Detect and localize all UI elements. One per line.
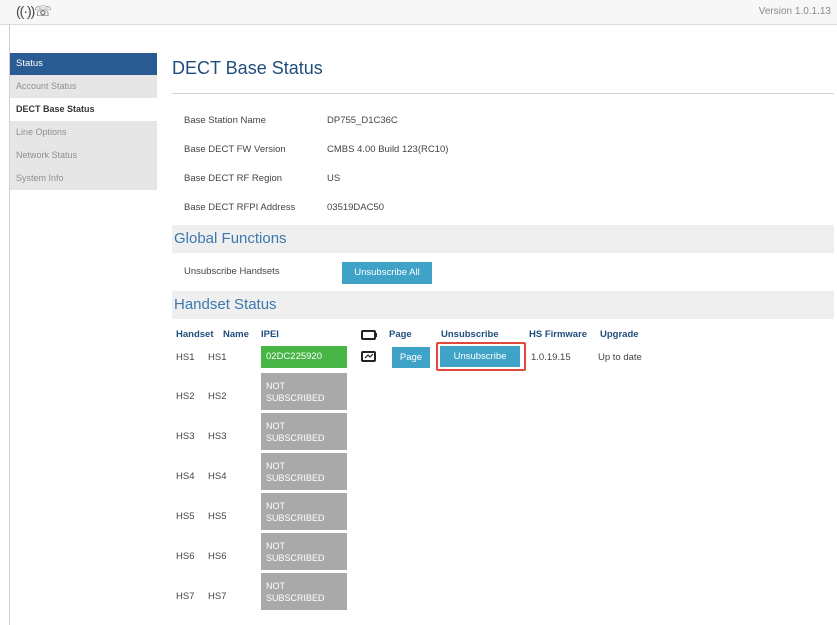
upgrade-status: Up to date: [598, 352, 642, 363]
not-subscribed-badge: NOT SUBSCRIBED: [261, 573, 347, 610]
hs-firmware-value: 1.0.19.15: [531, 352, 571, 363]
unsubscribe-button[interactable]: Unsubscribe: [440, 346, 520, 367]
info-label: Base DECT RF Region: [184, 173, 283, 184]
status-line: SUBSCRIBED: [266, 433, 325, 443]
version-label: Version 1.0.1.13: [758, 6, 831, 17]
not-subscribed-badge: NOT SUBSCRIBED: [261, 373, 347, 410]
info-value: US: [327, 173, 341, 184]
sidebar-item-line-options[interactable]: Line Options: [10, 121, 157, 144]
handset-name: HS7: [208, 591, 227, 602]
handset-name: HS1: [208, 352, 227, 363]
handset-row-hs3: HS3 HS3 NOT SUBSCRIBED: [172, 413, 834, 453]
info-row-rfpi-address: Base DECT RFPI Address 03519DAC50: [172, 193, 834, 222]
handset-row-hs1: HS1 HS1 02DC225920 Page Unsubscribe 1.0.…: [172, 342, 834, 371]
handset-id: HS4: [176, 471, 195, 482]
info-row-base-station-name: Base Station Name DP755_D1C36C: [172, 106, 834, 135]
main-content: DECT Base Status Base Station Name DP755…: [172, 53, 834, 613]
handset-id: HS3: [176, 431, 195, 442]
info-row-fw-version: Base DECT FW Version CMBS 4.00 Build 123…: [172, 135, 834, 164]
ipei-subscribed-badge: 02DC225920: [261, 346, 347, 368]
col-page: Page: [389, 329, 412, 340]
sidebar-item-network-status[interactable]: Network Status: [10, 144, 157, 167]
col-upgrade: Upgrade: [600, 329, 639, 340]
handset-name: HS2: [208, 391, 227, 402]
handset-id: HS1: [176, 352, 195, 363]
not-subscribed-badge: NOT SUBSCRIBED: [261, 533, 347, 570]
handset-name: HS4: [208, 471, 227, 482]
handset-name: HS6: [208, 551, 227, 562]
status-line: NOT: [266, 381, 285, 391]
handset-id: HS6: [176, 551, 195, 562]
handset-row-hs2: HS2 HS2 NOT SUBSCRIBED: [172, 373, 834, 413]
battery-icon: [361, 330, 377, 340]
battery-level-icon: [361, 351, 376, 362]
status-line: SUBSCRIBED: [266, 473, 325, 483]
info-value: 03519DAC50: [327, 202, 385, 213]
handset-name: HS3: [208, 431, 227, 442]
not-subscribed-badge: NOT SUBSCRIBED: [261, 413, 347, 450]
handset-id: HS2: [176, 391, 195, 402]
col-ipei: IPEI: [261, 329, 279, 340]
status-line: NOT: [266, 541, 285, 551]
sidebar-item-dect-base-status[interactable]: DECT Base Status: [10, 98, 157, 121]
dect-logo-icon: ((·))☏: [16, 3, 52, 19]
col-hs-firmware: HS Firmware: [529, 329, 588, 340]
unsubscribe-handsets-row: Unsubscribe Handsets Unsubscribe All: [172, 253, 834, 291]
handset-id: HS7: [176, 591, 195, 602]
col-name: Name: [223, 329, 249, 340]
info-label: Base Station Name: [184, 115, 266, 126]
status-line: SUBSCRIBED: [266, 553, 325, 563]
handset-row-hs5: HS5 HS5 NOT SUBSCRIBED: [172, 493, 834, 533]
sidebar: Status Account Status DECT Base Status L…: [10, 53, 157, 190]
info-label: Base DECT RFPI Address: [184, 202, 296, 213]
info-row-rf-region: Base DECT RF Region US: [172, 164, 834, 193]
top-bar: ((·))☏ Version 1.0.1.13: [0, 0, 837, 25]
status-line: SUBSCRIBED: [266, 593, 325, 603]
page-title: DECT Base Status: [172, 58, 323, 78]
handset-row-hs4: HS4 HS4 NOT SUBSCRIBED: [172, 453, 834, 493]
handset-row-hs7: HS7 HS7 NOT SUBSCRIBED: [172, 573, 834, 613]
page-button[interactable]: Page: [392, 347, 430, 368]
not-subscribed-badge: NOT SUBSCRIBED: [261, 453, 347, 490]
status-line: SUBSCRIBED: [266, 393, 325, 403]
info-value: CMBS 4.00 Build 123(RC10): [327, 144, 449, 155]
col-unsubscribe: Unsubscribe: [441, 329, 499, 340]
sidebar-title[interactable]: Status: [10, 53, 157, 75]
status-line: NOT: [266, 501, 285, 511]
col-handset: Handset: [176, 329, 214, 340]
handset-name: HS5: [208, 511, 227, 522]
section-handset-status: Handset Status: [172, 291, 834, 319]
info-value: DP755_D1C36C: [327, 115, 398, 126]
handset-id: HS5: [176, 511, 195, 522]
handset-row-hs6: HS6 HS6 NOT SUBSCRIBED: [172, 533, 834, 573]
status-line: NOT: [266, 461, 285, 471]
section-global-functions: Global Functions: [172, 225, 834, 253]
unsubscribe-handsets-label: Unsubscribe Handsets: [184, 266, 280, 277]
unsubscribe-all-button[interactable]: Unsubscribe All: [342, 262, 432, 284]
sidebar-item-account-status[interactable]: Account Status: [10, 75, 157, 98]
sidebar-item-system-info[interactable]: System Info: [10, 167, 157, 190]
status-line: NOT: [266, 581, 285, 591]
info-label: Base DECT FW Version: [184, 144, 286, 155]
status-line: NOT: [266, 421, 285, 431]
status-line: SUBSCRIBED: [266, 513, 325, 523]
handset-table-header: Handset Name IPEI Page Unsubscribe HS Fi…: [172, 319, 834, 343]
not-subscribed-badge: NOT SUBSCRIBED: [261, 493, 347, 530]
